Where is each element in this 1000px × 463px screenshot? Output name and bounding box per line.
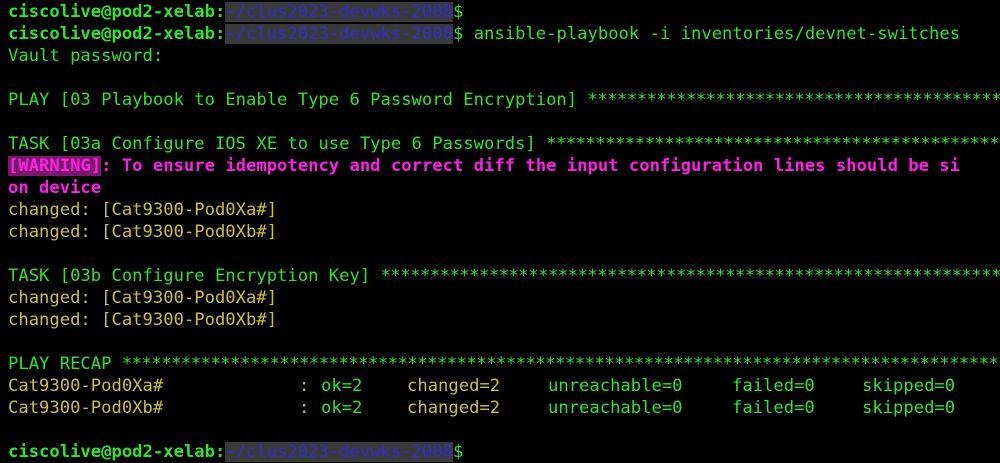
warning-line-cont: on device (8, 178, 102, 198)
task-a-header: TASK [03a Configure IOS XE to use Type 6… (8, 134, 1000, 154)
text-cursor (463, 441, 474, 460)
recap-unreachable: unreachable=0 (548, 376, 683, 396)
recap-ok: ok=2 (321, 398, 363, 418)
vault-password-line: Vault password: (8, 46, 164, 66)
recap-skipped: skipped=0 (862, 398, 956, 418)
prompt-user-host: ciscolive@pod2-xelab (8, 442, 215, 462)
recap-row: Cat9300-Pod0Xb# : ok=2 changed=2 unreach… (8, 398, 956, 418)
recap-failed: failed=0 (732, 376, 815, 396)
prompt-path: ~/clus2023-devwks-2008 (225, 2, 453, 22)
warning-line: [WARNING]: To ensure idempotency and cor… (8, 156, 961, 176)
prompt-line-3[interactable]: ciscolive@pod2-xelab:~/clus2023-devwks-2… (8, 441, 1000, 463)
terminal-window[interactable]: ciscolive@pod2-xelab:~/clus2023-devwks-2… (0, 0, 1000, 463)
play-header: PLAY [03 Playbook to Enable Type 6 Passw… (8, 90, 1000, 110)
recap-skipped: skipped=0 (862, 376, 956, 396)
prompt-path: ~/clus2023-devwks-2008 (225, 24, 453, 44)
prompt-path: ~/clus2023-devwks-2008 (225, 442, 453, 462)
recap-header: PLAY RECAP *****************************… (8, 354, 1000, 374)
task-b-header: TASK [03b Configure Encryption Key] ****… (8, 266, 1000, 286)
recap-host: Cat9300-Pod0Xa# (8, 376, 164, 396)
prompt-line-1: ciscolive@pod2-xelab:~/clus2023-devwks-2… (8, 2, 464, 22)
prompt-user-host: ciscolive@pod2-xelab (8, 2, 215, 22)
task-b-result: changed: [Cat9300-Pod0Xa#] (8, 288, 278, 308)
recap-changed: changed=2 (407, 398, 501, 418)
task-b-result: changed: [Cat9300-Pod0Xb#] (8, 310, 278, 330)
task-a-result: changed: [Cat9300-Pod0Xa#] (8, 200, 278, 220)
command-text: ansible-playbook -i inventories/devnet-s… (463, 24, 961, 44)
warning-tag: [WARNING] (8, 156, 102, 176)
task-a-result: changed: [Cat9300-Pod0Xb#] (8, 222, 278, 242)
prompt-line-2: ciscolive@pod2-xelab:~/clus2023-devwks-2… (8, 24, 961, 44)
recap-failed: failed=0 (732, 398, 815, 418)
recap-unreachable: unreachable=0 (548, 398, 683, 418)
recap-ok: ok=2 (321, 376, 363, 396)
recap-row: Cat9300-Pod0Xa# : ok=2 changed=2 unreach… (8, 376, 956, 396)
recap-host: Cat9300-Pod0Xb# (8, 398, 164, 418)
recap-changed: changed=2 (407, 376, 501, 396)
prompt-user-host: ciscolive@pod2-xelab (8, 24, 215, 44)
